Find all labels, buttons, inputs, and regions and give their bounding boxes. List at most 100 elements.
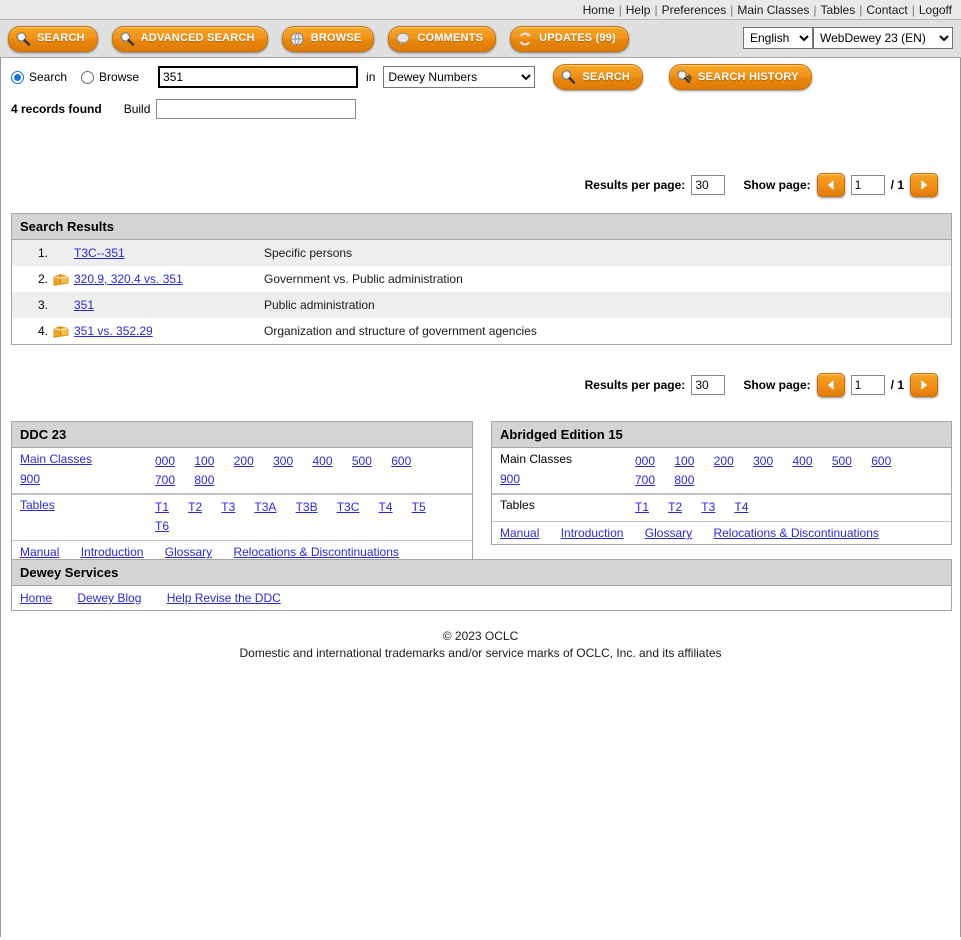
- ddc23-class-300[interactable]: 300: [273, 454, 293, 468]
- abridged15-class-800[interactable]: 800: [674, 473, 694, 487]
- ddc23-table-t6[interactable]: T6: [155, 519, 169, 533]
- advanced-search-button[interactable]: ADVANCED SEARCH: [111, 25, 268, 52]
- ddc23-manual-link[interactable]: Manual: [20, 545, 59, 559]
- topnav-link-contact[interactable]: Contact: [865, 3, 908, 17]
- ddc23-table-t3a[interactable]: T3A: [254, 500, 276, 514]
- ddc23-class-100[interactable]: 100: [194, 454, 214, 468]
- comments-button[interactable]: COMMENTS: [388, 25, 497, 52]
- result-link[interactable]: 320.9, 320.4 vs. 351: [74, 272, 183, 286]
- ddc23-relocations-link[interactable]: Relocations & Discontinuations: [233, 545, 398, 559]
- topnav-link-help[interactable]: Help: [625, 3, 652, 17]
- search-button-label: SEARCH: [37, 32, 85, 44]
- ddc23-tables-link[interactable]: Tables: [20, 498, 55, 512]
- page-number-input-top[interactable]: [850, 175, 885, 195]
- result-link[interactable]: 351: [74, 298, 94, 312]
- result-description: Public administration: [264, 292, 929, 318]
- ddc23-table-t3b[interactable]: T3B: [296, 500, 318, 514]
- dewey-services-blog-link[interactable]: Dewey Blog: [77, 591, 141, 605]
- ddc23-class-500[interactable]: 500: [352, 454, 372, 468]
- book-icon: [53, 273, 69, 286]
- result-link[interactable]: 351 vs. 352.29: [74, 324, 153, 338]
- ddc23-class-800[interactable]: 800: [194, 473, 214, 487]
- next-page-button-top[interactable]: [910, 173, 938, 197]
- search-mode-search[interactable]: Search: [11, 70, 67, 84]
- abridged15-introduction-link[interactable]: Introduction: [561, 526, 624, 540]
- build-input[interactable]: [156, 98, 357, 119]
- book-icon: [53, 325, 69, 338]
- abridged15-table-t4[interactable]: T4: [734, 500, 748, 514]
- dewey-services-home-link[interactable]: Home: [20, 591, 52, 605]
- table-row[interactable]: 4. 351 vs. 352.29 Organization and struc…: [12, 318, 951, 344]
- result-pad: [929, 318, 951, 344]
- ddc23-tables-row: Tables T1 T2 T3 T3A T3B T3C T4 T5 T6: [12, 494, 472, 541]
- abridged15-class-000[interactable]: 000: [635, 454, 655, 468]
- abridged15-class-600[interactable]: 600: [871, 454, 891, 468]
- ddc23-table-t5[interactable]: T5: [412, 500, 426, 514]
- abridged15-class-400[interactable]: 400: [793, 454, 813, 468]
- ddc23-main-classes-link[interactable]: Main Classes: [20, 452, 92, 466]
- next-page-button-bottom[interactable]: [910, 373, 938, 397]
- search-history-button[interactable]: SEARCH HISTORY: [669, 64, 812, 90]
- language-select[interactable]: English: [743, 27, 813, 49]
- abridged15-main-classes-label-cell: Main Classes: [500, 452, 635, 466]
- topnav-link-preferences[interactable]: Preferences: [661, 3, 728, 17]
- abridged15-class-700[interactable]: 700: [635, 473, 655, 487]
- ddc23-table-t3c[interactable]: T3C: [337, 500, 360, 514]
- ddc23-class-000[interactable]: 000: [155, 454, 175, 468]
- ddc23-table-t4[interactable]: T4: [379, 500, 393, 514]
- ddc23-class-200[interactable]: 200: [234, 454, 254, 468]
- results-per-page-input-bottom[interactable]: [691, 375, 726, 395]
- webdewey-page: Home | Help | Preferences | Main Classes…: [0, 0, 961, 940]
- browse-button[interactable]: BROWSE: [281, 25, 375, 52]
- ddc23-glossary-link[interactable]: Glossary: [165, 545, 212, 559]
- abridged15-manual-link[interactable]: Manual: [500, 526, 539, 540]
- abridged15-class-900[interactable]: 900: [500, 472, 520, 486]
- topnav-link-home[interactable]: Home: [582, 3, 616, 17]
- results-per-page-label-top: Results per page:: [584, 178, 686, 192]
- search-button[interactable]: SEARCH: [8, 25, 98, 52]
- search-input[interactable]: [158, 66, 359, 88]
- abridged15-class-500[interactable]: 500: [832, 454, 852, 468]
- topnav-link-main-classes[interactable]: Main Classes: [736, 3, 810, 17]
- ddc23-table-t1[interactable]: T1: [155, 500, 169, 514]
- ddc23-table-t3[interactable]: T3: [221, 500, 235, 514]
- speech-bubble-icon: [395, 31, 411, 47]
- ddc23-class-900[interactable]: 900: [20, 472, 40, 486]
- search-field-select[interactable]: Dewey Numbers: [383, 66, 536, 88]
- abridged15-class-300[interactable]: 300: [753, 454, 773, 468]
- abridged15-class-200[interactable]: 200: [714, 454, 734, 468]
- abridged15-class-100[interactable]: 100: [674, 454, 694, 468]
- result-link[interactable]: T3C--351: [74, 246, 125, 260]
- toolbar-selects: English WebDewey 23 (EN): [743, 27, 953, 49]
- prev-page-button-bottom[interactable]: [816, 373, 845, 397]
- abridged15-table-t2[interactable]: T2: [668, 500, 682, 514]
- result-description: Government vs. Public administration: [264, 266, 929, 292]
- result-index: 3.: [12, 292, 48, 318]
- ddc23-class-700[interactable]: 700: [155, 473, 175, 487]
- table-row[interactable]: 2. 320.9, 320.4 vs. 351 Government vs. P…: [12, 266, 951, 292]
- edition-select[interactable]: WebDewey 23 (EN): [813, 27, 953, 49]
- prev-page-button-top[interactable]: [816, 173, 845, 197]
- ddc23-table-t2[interactable]: T2: [188, 500, 202, 514]
- radio-browse-icon[interactable]: [81, 70, 95, 84]
- ddc23-introduction-link[interactable]: Introduction: [81, 545, 144, 559]
- table-row[interactable]: 3. 351 Public administration: [12, 292, 951, 318]
- search-submit-button[interactable]: SEARCH: [553, 64, 644, 90]
- topnav-link-logoff[interactable]: Logoff: [918, 3, 953, 17]
- results-per-page-input-top[interactable]: [691, 175, 726, 195]
- topnav-link-tables[interactable]: Tables: [820, 3, 857, 17]
- ddc23-class-400[interactable]: 400: [313, 454, 333, 468]
- dewey-services-help-revise-link[interactable]: Help Revise the DDC: [167, 591, 281, 605]
- abridged15-table-t1[interactable]: T1: [635, 500, 649, 514]
- result-index: 4.: [12, 318, 48, 344]
- search-mode-browse[interactable]: Browse: [81, 70, 139, 84]
- radio-search-icon[interactable]: [11, 70, 24, 84]
- abridged15-glossary-link[interactable]: Glossary: [645, 526, 692, 540]
- page-number-input-bottom[interactable]: [850, 375, 885, 395]
- abridged15-relocations-link[interactable]: Relocations & Discontinuations: [713, 526, 878, 540]
- ddc23-class-600[interactable]: 600: [391, 454, 411, 468]
- table-row[interactable]: 1. T3C--351 Specific persons: [12, 240, 951, 266]
- abridged15-table-t3[interactable]: T3: [701, 500, 715, 514]
- updates-button[interactable]: UPDATES (99): [510, 25, 629, 52]
- abridged15-tables-label-cell: Tables: [500, 498, 635, 512]
